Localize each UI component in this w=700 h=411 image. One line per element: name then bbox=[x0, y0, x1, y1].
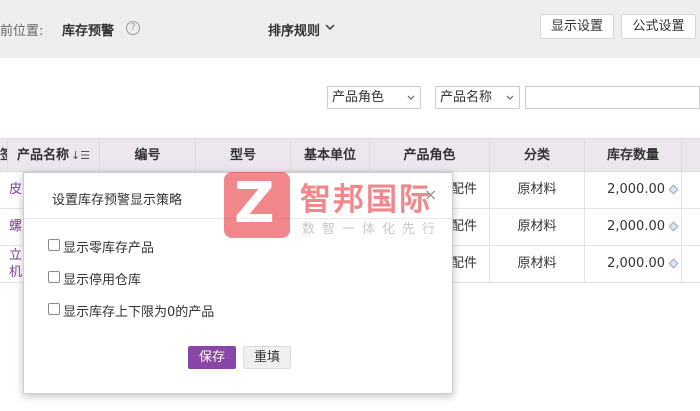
option-label: 显示停用仓库 bbox=[63, 273, 142, 288]
display-settings-button[interactable]: 显示设置 bbox=[540, 14, 614, 39]
column-header-label: 产品名称 bbox=[16, 148, 69, 163]
chevron-down-icon bbox=[506, 95, 514, 100]
product-role-select-value: 产品角色 bbox=[332, 90, 385, 105]
column-header-code: 编号 bbox=[100, 139, 196, 173]
dialog-divider bbox=[24, 218, 452, 219]
category-cell: 原材料 bbox=[490, 172, 585, 208]
stock-qty-value: 2,000.00 bbox=[607, 256, 665, 271]
column-header-unit: 基本单位 bbox=[291, 139, 370, 173]
save-button[interactable]: 保存 bbox=[188, 346, 236, 369]
stock-alert-settings-dialog: 设置库存预警显示策略 × 显示零库存产品 显示停用仓库 显示库存上下限为0的产品… bbox=[23, 172, 453, 394]
close-icon[interactable]: × bbox=[424, 185, 437, 204]
help-icon[interactable]: ? bbox=[126, 21, 140, 35]
detail-icon[interactable] bbox=[668, 258, 679, 269]
category-cell: 原材料 bbox=[490, 246, 585, 282]
top-bar: 前位置: 库存预警 ? 排序规则 显示设置 公式设置 bbox=[0, 0, 700, 58]
category-cell: 原材料 bbox=[490, 209, 585, 245]
stock-qty-value: 2,000.00 bbox=[607, 219, 665, 234]
sort-icon[interactable]: ↓☰ bbox=[71, 139, 90, 172]
stock-qty-cell: 2,000.00 bbox=[585, 246, 682, 282]
column-header-edge: 签 bbox=[0, 139, 8, 173]
option-label: 显示库存上下限为0的产品 bbox=[63, 305, 215, 320]
breadcrumb-prefix: 前位置: bbox=[0, 24, 44, 39]
product-name-select[interactable]: 产品名称 bbox=[435, 86, 520, 109]
breadcrumb-current: 库存预警 bbox=[62, 24, 115, 39]
stock-qty-value: 2,000.00 bbox=[607, 182, 665, 197]
table-header: 签 产品名称↓☰ 编号 型号 基本单位 产品角色 分类 库存数量 bbox=[0, 138, 700, 173]
column-header-stock-qty: 库存数量 bbox=[585, 139, 682, 173]
checkbox[interactable] bbox=[48, 271, 60, 283]
column-header-product-role: 产品角色 bbox=[370, 139, 490, 173]
search-input[interactable] bbox=[525, 86, 700, 109]
column-header-product-name[interactable]: 产品名称 ↓☰ bbox=[8, 139, 100, 173]
product-role-select[interactable]: 产品角色 bbox=[327, 86, 421, 109]
formula-settings-button[interactable]: 公式设置 bbox=[621, 14, 696, 39]
checkbox[interactable] bbox=[48, 239, 60, 251]
option-label: 显示零库存产品 bbox=[63, 241, 155, 256]
checkbox[interactable] bbox=[48, 303, 60, 315]
stock-qty-cell: 2,000.00 bbox=[585, 209, 682, 245]
column-header-category: 分类 bbox=[490, 139, 585, 173]
chevron-down-icon bbox=[407, 95, 415, 100]
stock-qty-cell: 2,000.00 bbox=[585, 172, 682, 208]
detail-icon[interactable] bbox=[668, 184, 679, 195]
sort-rule-dropdown[interactable]: 排序规则 bbox=[268, 20, 320, 39]
product-name-select-value: 产品名称 bbox=[440, 90, 493, 105]
dialog-title: 设置库存预警显示策略 bbox=[52, 193, 183, 208]
column-header-model: 型号 bbox=[196, 139, 291, 173]
reset-button[interactable]: 重填 bbox=[243, 346, 291, 369]
detail-icon[interactable] bbox=[668, 221, 679, 232]
chevron-down-icon[interactable] bbox=[325, 22, 335, 32]
